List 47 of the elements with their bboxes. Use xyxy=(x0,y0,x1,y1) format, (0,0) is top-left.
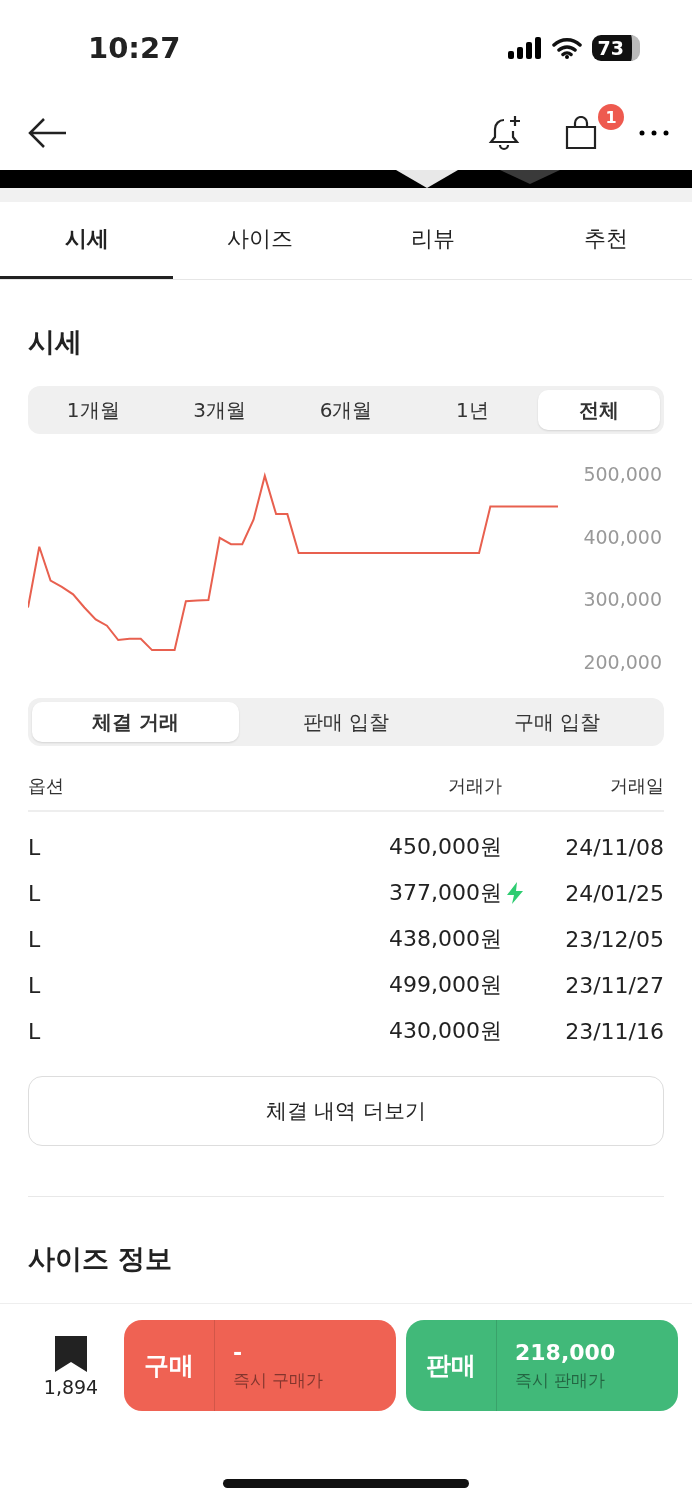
column-header: 거래가 xyxy=(448,774,502,798)
axis-tick: 500,000 xyxy=(583,463,662,485)
table-cell-text: 430,000원 xyxy=(389,1017,502,1045)
table-cell: 24/11/08 xyxy=(565,834,664,860)
table-cell-text: 450,000원 xyxy=(389,833,502,861)
bookmark-icon xyxy=(55,1336,87,1372)
back-button[interactable] xyxy=(28,117,68,149)
period-tab[interactable]: 3개월 xyxy=(158,390,281,430)
table-cell-text: 377,000원 xyxy=(389,879,502,907)
table-cell: L xyxy=(28,972,41,998)
nav-tab[interactable]: 사이즈 xyxy=(173,202,346,279)
trade-type-tab[interactable]: 체결 거래 xyxy=(32,702,239,742)
column-header: 옵션 xyxy=(28,774,64,798)
table-cell: 23/12/05 xyxy=(565,926,664,952)
nav-tab[interactable]: 시세 xyxy=(0,202,173,279)
table-cell: 24/01/25 xyxy=(565,880,664,906)
period-tab[interactable]: 1년 xyxy=(411,390,534,430)
section-title: 시세 xyxy=(28,325,83,359)
section-title: 사이즈 정보 xyxy=(28,1242,174,1276)
battery-level: 73 xyxy=(591,35,640,61)
trade-type-tab[interactable]: 구매 입찰 xyxy=(453,702,660,742)
table-cell: L xyxy=(28,880,41,906)
signal-icon xyxy=(507,37,542,59)
axis-tick: 400,000 xyxy=(583,525,662,548)
status-time: 10:27 xyxy=(88,31,181,65)
table-cell-text: 499,000원 xyxy=(389,971,502,999)
column-header: 거래일 xyxy=(610,774,664,798)
table-cell: L xyxy=(28,1018,41,1044)
axis-tick: 200,000 xyxy=(583,651,662,673)
table-cell: 23/11/16 xyxy=(565,1018,664,1044)
axis-tick: 300,000 xyxy=(583,588,662,611)
more-history-button[interactable]: 체결 내역 더보기 xyxy=(28,1076,664,1146)
nav-tab[interactable]: 리뷰 xyxy=(346,202,519,279)
wifi-icon xyxy=(551,37,582,59)
period-tab[interactable]: 1개월 xyxy=(32,390,155,430)
period-tab[interactable]: 6개월 xyxy=(284,390,408,430)
nav-tab[interactable]: 추천 xyxy=(519,202,692,279)
bookmark-count: 1,894 xyxy=(43,1376,99,1398)
table-cell: L xyxy=(28,926,41,952)
table-cell: 23/11/27 xyxy=(565,972,664,998)
table-cell-text: 438,000원 xyxy=(389,925,502,953)
trade-type-tab[interactable]: 판매 입찰 xyxy=(242,702,450,742)
period-tab[interactable]: 전체 xyxy=(537,390,661,430)
table-cell: L xyxy=(28,834,41,860)
more-menu-button[interactable] xyxy=(638,129,670,137)
shopping-bag-button[interactable] xyxy=(564,116,598,150)
cart-count-badge: 1 xyxy=(598,104,624,130)
